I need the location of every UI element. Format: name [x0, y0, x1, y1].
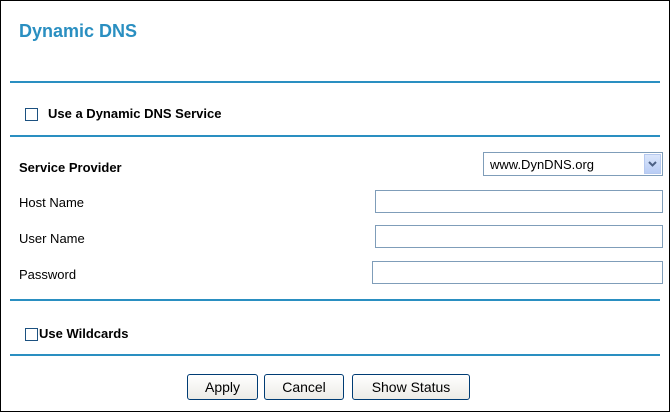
divider [10, 81, 660, 83]
dynamic-dns-panel: Dynamic DNS Use a Dynamic DNS Service Se… [0, 0, 670, 412]
service-provider-select[interactable]: www.DynDNS.org [483, 152, 663, 176]
divider [10, 354, 660, 356]
show-status-button[interactable]: Show Status [352, 374, 470, 400]
use-dynamic-dns-checkbox[interactable] [25, 108, 38, 121]
chevron-down-icon[interactable] [644, 154, 661, 174]
user-name-input[interactable] [375, 225, 663, 248]
divider [10, 299, 660, 301]
use-dynamic-dns-label: Use a Dynamic DNS Service [48, 106, 222, 121]
apply-button[interactable]: Apply [187, 374, 258, 400]
use-wildcards-label: Use Wildcards [39, 326, 129, 341]
page-title: Dynamic DNS [19, 21, 138, 41]
host-name-label: Host Name [19, 195, 85, 210]
use-wildcards-checkbox[interactable] [25, 328, 38, 341]
user-name-label: User Name [19, 231, 85, 246]
service-provider-value: www.DynDNS.org [490, 157, 595, 172]
password-input[interactable] [372, 261, 663, 284]
password-label: Password [19, 267, 77, 282]
cancel-button[interactable]: Cancel [264, 374, 344, 400]
host-name-input[interactable] [375, 190, 663, 213]
service-provider-label: Service Provider [19, 160, 122, 175]
divider [10, 135, 660, 137]
